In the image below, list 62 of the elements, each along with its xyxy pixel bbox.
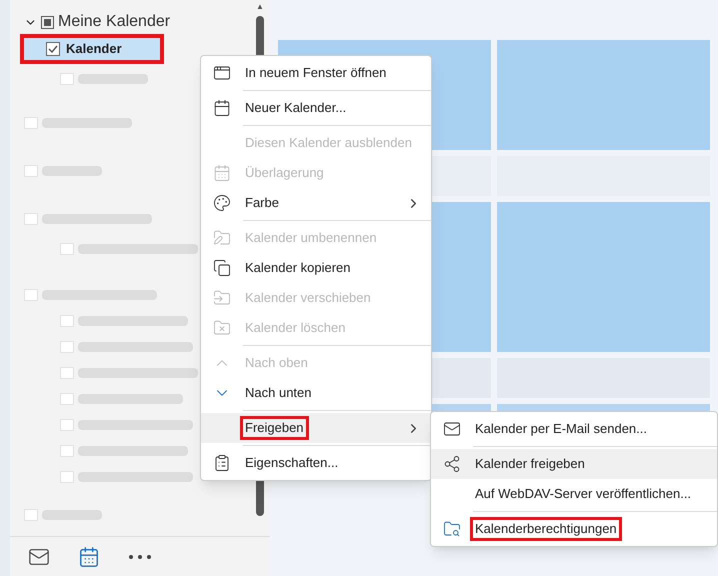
menu-item[interactable]: Auf WebDAV-Server veröffentlichen... xyxy=(431,479,717,514)
group-checkbox[interactable] xyxy=(41,16,54,28)
blurred-tree-item[interactable] xyxy=(60,341,193,353)
blurred-tree-item[interactable] xyxy=(60,419,193,431)
menu-item-label: In neuem Fenster öffnen xyxy=(244,64,388,82)
blurred-tree-item[interactable] xyxy=(24,509,102,521)
menu-item[interactable]: In neuem Fenster öffnen xyxy=(201,58,431,93)
checkbox[interactable] xyxy=(46,42,60,56)
calendar-icon xyxy=(213,164,231,182)
blurred-tree-item[interactable] xyxy=(60,367,198,379)
blurred-tree-item[interactable] xyxy=(60,243,198,255)
folder-x-icon xyxy=(213,319,231,337)
more-icon[interactable] xyxy=(128,554,152,560)
blurred-tree-item[interactable] xyxy=(60,393,183,405)
palette-icon xyxy=(213,194,231,212)
calendar-icon xyxy=(213,99,231,117)
calendar-icon[interactable] xyxy=(78,546,100,568)
window-plus-icon xyxy=(213,64,231,82)
menu-item-label: Überlagerung xyxy=(244,164,325,182)
menu-item-label: Kalender löschen xyxy=(244,319,346,337)
menu-item-label: Eigenschaften... xyxy=(244,454,340,472)
menu-item-label: Diesen Kalender ausblenden xyxy=(244,134,413,152)
blurred-tree-item[interactable] xyxy=(60,73,148,85)
group-label: Meine Kalender xyxy=(58,12,170,32)
calendar-tree-item[interactable]: Kalender xyxy=(20,34,164,64)
folder-search-icon xyxy=(443,520,461,538)
blurred-tree-item[interactable] xyxy=(60,471,193,483)
scroll-up-arrow[interactable]: ▲ xyxy=(256,2,264,12)
blurred-tree-item[interactable] xyxy=(24,289,157,301)
menu-item-label: Freigeben xyxy=(240,416,309,440)
menu-item[interactable]: Farbe xyxy=(201,188,431,223)
folder-arrow-icon xyxy=(213,289,231,307)
folder-pen-icon xyxy=(213,229,231,247)
menu-item-label: Kalender per E-Mail senden... xyxy=(474,420,648,438)
blurred-tree-item[interactable] xyxy=(24,165,102,177)
copy-icon xyxy=(213,259,231,277)
menu-item-label: Auf WebDAV-Server veröffentlichen... xyxy=(474,485,692,503)
menu-item[interactable]: Nach unten xyxy=(201,378,431,413)
menu-item[interactable]: Neuer Kalender... xyxy=(201,93,431,128)
menu-item[interactable]: Kalender kopieren xyxy=(201,253,431,283)
menu-item-label: Kalender verschieben xyxy=(244,289,372,307)
menu-item[interactable]: Eigenschaften... xyxy=(201,448,431,478)
menu-item-label: Nach unten xyxy=(244,384,312,402)
calendar-event[interactable] xyxy=(497,40,710,150)
menu-item[interactable]: Kalender per E-Mail senden... xyxy=(431,414,717,449)
menu-item-label: Neuer Kalender... xyxy=(244,99,348,117)
blurred-tree-item[interactable] xyxy=(60,315,188,327)
blurred-tree-item[interactable] xyxy=(24,213,152,225)
menu-item-label: Kalender kopieren xyxy=(244,259,352,277)
list-icon xyxy=(213,454,231,472)
blurred-tree-item[interactable] xyxy=(24,117,132,129)
menu-item-label: Kalenderberechtigungen xyxy=(470,517,622,541)
mail-icon xyxy=(443,420,461,438)
menu-item-label: Kalender umbenennen xyxy=(244,229,378,247)
menu-item-label: Farbe xyxy=(244,194,280,212)
menu-item-label: Kalender freigeben xyxy=(474,455,586,473)
menu-item[interactable]: Kalenderberechtigungen xyxy=(431,514,717,544)
menu-item-label: Nach oben xyxy=(244,354,309,372)
share-icon xyxy=(443,455,461,473)
menu-item[interactable]: Kalender freigeben xyxy=(431,449,717,479)
blurred-tree-item[interactable] xyxy=(60,445,188,457)
calendar-event[interactable] xyxy=(497,202,710,352)
